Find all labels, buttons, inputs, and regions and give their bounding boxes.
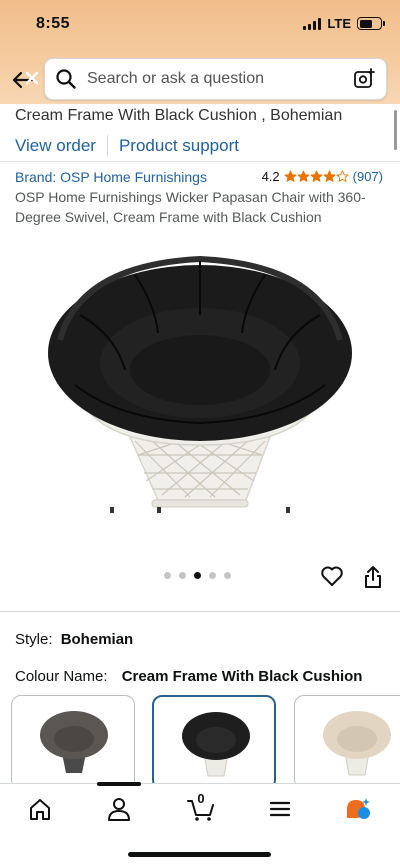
account-icon[interactable] [105,796,133,822]
brand-link[interactable]: Brand: OSP Home Furnishings [15,169,207,185]
star-icon [323,170,336,182]
pagination-dot[interactable] [179,572,186,579]
status-bar: 8:55 LTE [0,0,400,50]
product-title: OSP Home Furnishings Wicker Papasan Chai… [15,189,366,225]
search-bar[interactable] [44,58,387,100]
swatch-black-cushion[interactable] [152,695,276,785]
swatch-cream-cushion[interactable] [294,695,400,785]
rufus-icon[interactable] [344,796,372,822]
review-count[interactable]: (907) [353,169,383,184]
active-tab-indicator [97,782,141,786]
status-indicators: LTE [303,16,385,31]
status-time: 8:55 [36,15,71,32]
chair-thumbnail-icon [40,711,108,773]
style-value: Bohemian [60,631,134,648]
search-row [0,56,400,102]
rating-summary[interactable]: 4.2 (907) [262,169,383,184]
image-pagination[interactable] [164,572,231,579]
app-header: 8:55 LTE [0,0,400,108]
scrollbar[interactable] [394,110,397,150]
colour-value: Cream Frame With Black Cushion [121,668,363,685]
star-icon [284,170,297,182]
battery-icon [357,17,385,30]
star-icon [336,170,349,182]
pagination-dot[interactable] [194,572,201,579]
colour-swatches [0,695,400,785]
section-divider [0,611,400,612]
back-button[interactable] [10,68,42,92]
menu-icon[interactable] [266,796,294,822]
pagination-dot[interactable] [209,572,216,579]
brand-row: Brand: OSP Home Furnishings 4.2 (907) [15,169,385,187]
star-icon [297,170,310,182]
link-divider [106,135,108,157]
order-strip: Cream Frame With Black Cushion , Bohemia… [0,104,400,162]
product-support-link[interactable]: Product support [119,136,239,156]
product-image[interactable] [40,245,360,520]
style-selection: Style: Bohemian [15,631,133,648]
pagination-dot[interactable] [224,572,231,579]
network-label: LTE [327,16,351,31]
rating-value: 4.2 [261,169,280,184]
home-indicator[interactable] [128,852,271,857]
search-input[interactable] [87,70,352,88]
home-icon[interactable] [26,796,54,822]
camera-search-icon[interactable] [352,67,376,91]
chair-thumbnail-icon [323,711,391,776]
view-order-link[interactable]: View order [15,136,96,156]
wishlist-heart-icon[interactable] [320,565,344,587]
pagination-dot[interactable] [164,572,171,579]
style-label: Style: [15,631,53,648]
star-icon [310,170,323,182]
share-icon[interactable] [363,565,383,589]
star-rating-icon [284,170,349,183]
back-arrow-icon [12,71,39,89]
order-links: View order Product support [15,135,239,157]
colour-selection: Colour Name: Cream Frame With Black Cush… [15,668,362,685]
swatch-grey-cushion[interactable] [11,695,135,785]
signal-icon [303,17,322,30]
search-icon [56,69,76,89]
order-item-title: Cream Frame With Black Cushion , Bohemia… [15,107,343,124]
chair-cushion [48,255,352,441]
wicker-base [110,436,290,513]
colour-label: Colour Name: [15,668,108,685]
cart-button[interactable]: 0 [186,791,216,822]
cart-count-badge: 0 [197,791,205,806]
chair-thumbnail-icon [182,712,250,777]
